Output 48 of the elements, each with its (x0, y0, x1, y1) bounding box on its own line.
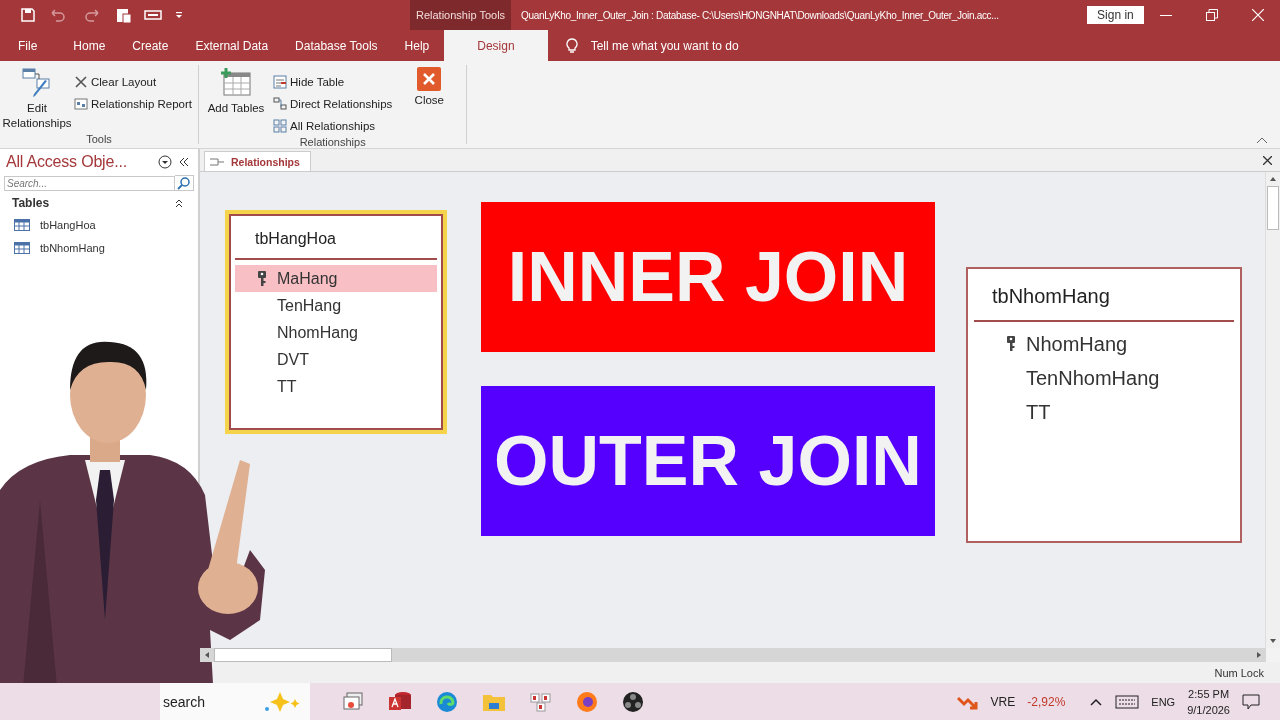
search-field[interactable]: Search... (4, 175, 175, 191)
relationship-report-button[interactable]: Relationship Report (72, 93, 194, 114)
field-row[interactable]: NhomHang (235, 319, 437, 346)
field-row[interactable]: MaHang (235, 265, 437, 292)
add-tables-button[interactable]: Add Tables (203, 65, 269, 136)
group-header[interactable]: Tables (12, 196, 50, 210)
table-name: tbNhomHang (974, 269, 1234, 322)
language-indicator[interactable]: ENG (1151, 695, 1176, 708)
document-tab[interactable]: Relationships (204, 151, 311, 171)
ticker-change[interactable]: -2,92% (1027, 694, 1066, 709)
ribbon-tab[interactable]: File (0, 30, 50, 61)
clear-layout-button[interactable]: Clear Layout (72, 71, 194, 92)
group-label: Tools (85, 133, 113, 147)
field-row[interactable]: TenNhomHang (974, 361, 1234, 395)
close-button[interactable]: Close (396, 65, 463, 136)
all-relationships-button[interactable]: All Relationships (271, 115, 395, 136)
ribbon-tab[interactable]: Help (392, 30, 442, 61)
window-title: QuanLyKho_Inner_Outer_Join : Database- C:\Users\HONGNHAT\Downloads\QuanLyKho_Inner_Outer_Join.acc... (521, 9, 1000, 21)
clock-date[interactable]: 9/1/2026 (1187, 701, 1230, 718)
field-row[interactable]: TT (235, 373, 437, 400)
field-row[interactable]: NhomHang (974, 327, 1234, 361)
hide-table-button[interactable]: Hide Table (271, 71, 395, 92)
table-box[interactable]: tbNhomHang NhomHang TenNhomHang TT (966, 267, 1242, 543)
ribbon-tab[interactable]: Database Tools (283, 30, 390, 61)
field-row[interactable]: TT (974, 395, 1234, 429)
field-row[interactable]: DVT (235, 346, 437, 373)
ribbon-tab[interactable]: Home (61, 30, 118, 61)
taskbar-search[interactable]: search (160, 683, 310, 720)
field-row[interactable]: TenHang (235, 292, 437, 319)
edit-relationships-button[interactable]: Edit Relationships (4, 65, 70, 133)
direct-relationships-button[interactable]: Direct Relationships (271, 93, 395, 114)
banner: OUTER JOIN (481, 386, 935, 536)
contextual-tab-label: Relationship Tools (410, 0, 512, 30)
ribbon-tab[interactable]: External Data (183, 30, 281, 61)
nav-item[interactable]: tbHangHoa (0, 213, 198, 236)
ticker-symbol[interactable]: VRE (990, 694, 1016, 709)
sign-in-button[interactable]: Sign in (1087, 6, 1144, 24)
tell-me-search[interactable]: Tell me what you want to do (590, 38, 739, 53)
table-name: tbHangHoa (235, 214, 437, 260)
group-label: Relationships (298, 136, 367, 150)
nav-pane-title[interactable]: All Access Obje... (6, 153, 152, 171)
status-indicator: Num Lock (1214, 666, 1264, 679)
ribbon-tab[interactable]: Design (444, 30, 548, 61)
table-box[interactable]: tbHangHoa MaHang TenHang NhomHang DVT TT (225, 210, 447, 434)
ribbon-tab[interactable]: Create (120, 30, 181, 61)
clock-time[interactable]: 2:55 PM (1188, 685, 1230, 702)
banner: INNER JOIN (481, 202, 935, 352)
nav-item[interactable]: tbNhomHang (0, 236, 198, 259)
